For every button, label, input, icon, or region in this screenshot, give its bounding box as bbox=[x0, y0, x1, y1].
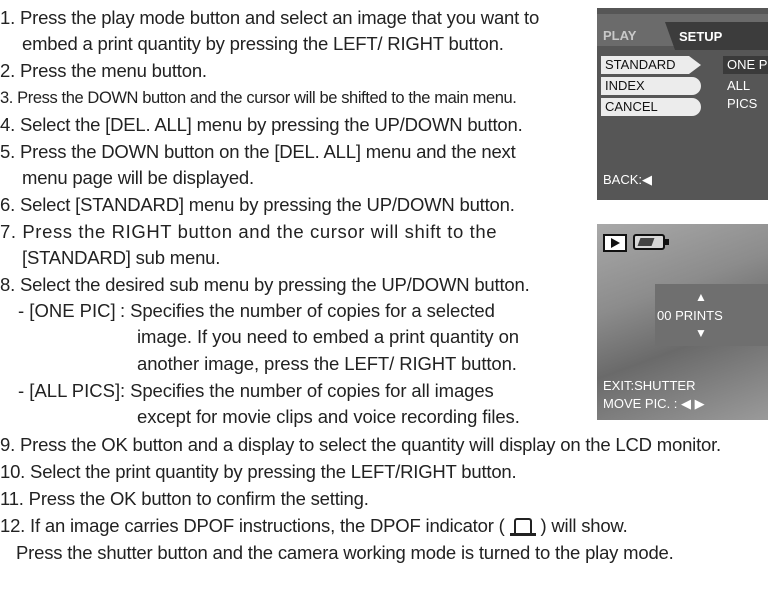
move-pic-hint: MOVE PIC. : ◀ ▶ bbox=[603, 396, 705, 411]
step-12-text-a: 12. If an image carries DPOF instruction… bbox=[0, 515, 505, 536]
sub-item-one-pic: ONE PIC bbox=[723, 56, 768, 74]
exit-hint: EXIT:SHUTTER bbox=[603, 378, 696, 393]
one-pic-desc-2: image. If you need to embed a print quan… bbox=[137, 326, 519, 347]
tab-setup: SETUP bbox=[665, 22, 768, 50]
prints-count: 00 PRINTS bbox=[657, 308, 723, 323]
lcd-print-quantity-screen: ▲ 00 PRINTS ▼ EXIT:SHUTTER MOVE PIC. : ◀… bbox=[597, 224, 768, 420]
step-9: 9. Press the OK button and a display to … bbox=[0, 434, 721, 455]
step-12-text-b: ) will show. bbox=[540, 515, 628, 536]
step-5-cont: menu page will be displayed. bbox=[22, 167, 254, 188]
step-3: 3. Press the DOWN button and the cursor … bbox=[0, 89, 517, 107]
step-6: 6. Select [STANDARD] menu by pressing th… bbox=[0, 194, 515, 215]
menu-tab-bar: PLAY SETUP bbox=[597, 14, 768, 50]
step-12-cont: Press the shutter button and the camera … bbox=[16, 542, 674, 563]
step-12: 12. If an image carries DPOF instruction… bbox=[0, 514, 628, 538]
tab-play: PLAY bbox=[603, 28, 637, 43]
one-pic-desc-3: another image, press the LEFT/ RIGHT but… bbox=[137, 353, 517, 374]
step-1-cont: embed a print quantity by pressing the L… bbox=[22, 33, 504, 54]
dpof-print-icon bbox=[509, 518, 536, 536]
step-4: 4. Select the [DEL. ALL] menu by pressin… bbox=[0, 114, 523, 135]
all-pics-label: - [ALL PICS] bbox=[18, 380, 121, 401]
play-mode-icon bbox=[603, 234, 627, 252]
one-pic-label: - [ONE PIC] bbox=[18, 300, 116, 321]
one-pic-desc-1: : Specifies the number of copies for a s… bbox=[120, 300, 495, 321]
step-1: 1. Press the play mode button and select… bbox=[0, 7, 540, 28]
step-5: 5. Press the DOWN button on the [DEL. AL… bbox=[0, 141, 516, 162]
sub-item-all-pics: ALL PICS bbox=[723, 77, 768, 111]
all-pics-desc-2: except for movie clips and voice recordi… bbox=[137, 406, 520, 427]
down-arrow-icon: ▼ bbox=[695, 326, 707, 340]
step-7-cont: [STANDARD] sub menu. bbox=[22, 247, 221, 268]
step-10: 10. Select the print quantity by pressin… bbox=[0, 461, 517, 482]
step-11: 11. Press the OK button to confirm the s… bbox=[0, 488, 369, 509]
menu-item-cancel: CANCEL bbox=[601, 98, 701, 116]
lcd-setup-menu-screen: PLAY SETUP STANDARD INDEX CANCEL ONE PIC… bbox=[597, 8, 768, 200]
tab-setup-label: SETUP bbox=[679, 29, 723, 44]
up-arrow-icon: ▲ bbox=[695, 290, 707, 304]
menu-item-index: INDEX bbox=[601, 77, 701, 95]
back-hint: BACK:◀ bbox=[603, 172, 653, 187]
all-pics-desc-1: : Specifies the number of copies for all… bbox=[120, 380, 494, 401]
menu-item-standard: STANDARD bbox=[601, 56, 701, 74]
step-2: 2. Press the menu button. bbox=[0, 60, 207, 81]
step-8: 8. Select the desired sub menu by pressi… bbox=[0, 274, 530, 295]
quantity-panel: ▲ 00 PRINTS ▼ bbox=[655, 284, 768, 346]
battery-icon bbox=[633, 234, 669, 250]
step-7: 7. Press the RIGHT button and the cursor… bbox=[0, 221, 498, 242]
